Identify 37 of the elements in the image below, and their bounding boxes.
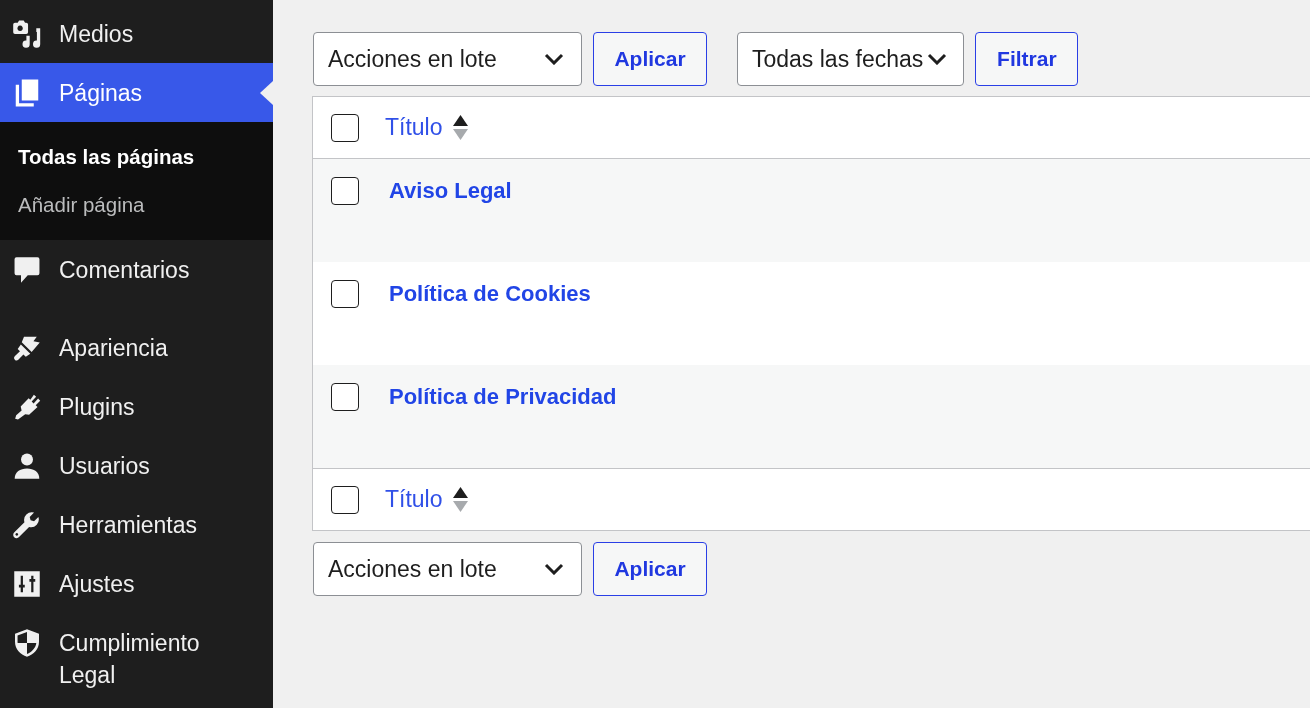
- wrench-icon: [12, 509, 42, 540]
- sidebar-menu-item[interactable]: Cumplimiento Legal: [0, 613, 273, 704]
- sidebar-menu-item[interactable]: Páginas: [0, 63, 273, 122]
- camera-music-icon: [12, 18, 42, 49]
- sidebar-menu-item[interactable]: Plugins: [0, 377, 273, 436]
- checkbox[interactable]: [331, 383, 359, 411]
- page-title-link[interactable]: Política de Cookies: [389, 280, 591, 308]
- sidebar-menu-item[interactable]: Usuarios: [0, 436, 273, 495]
- sidebar-menu-item[interactable]: Comentarios: [0, 240, 273, 299]
- submenu-item[interactable]: Todas las páginas: [0, 133, 273, 181]
- person-icon: [12, 450, 42, 481]
- checkbox[interactable]: [331, 485, 359, 514]
- submenu-item[interactable]: Añadir página: [0, 181, 273, 229]
- page-title-link[interactable]: Aviso Legal: [389, 177, 512, 205]
- page-title-link[interactable]: Política de Privacidad: [389, 383, 617, 411]
- sidebar-menu-item[interactable]: Medios: [0, 4, 273, 63]
- chevron-down-icon: [927, 53, 948, 65]
- sliders-icon: [12, 568, 42, 599]
- chevron-down-icon: [544, 53, 564, 65]
- date-filter-dropdown[interactable]: Todas las fechas: [737, 32, 965, 86]
- menu-pointer-icon: [260, 81, 273, 105]
- sidebar-menu-item[interactable]: Apariencia: [0, 318, 273, 377]
- checkbox[interactable]: [331, 280, 359, 308]
- apply-button[interactable]: Aplicar: [593, 32, 707, 86]
- filter-button[interactable]: Filtrar: [975, 32, 1079, 86]
- speech-bubble-icon: [12, 254, 42, 285]
- column-sort-link[interactable]: Título: [385, 114, 443, 141]
- apply-button[interactable]: Aplicar: [593, 542, 707, 596]
- column-sort-link[interactable]: Título: [385, 486, 443, 513]
- chevron-down-icon: [544, 563, 564, 575]
- bulk-actions-dropdown[interactable]: Acciones en lote: [313, 32, 582, 86]
- sidebar-menu-item[interactable]: Ajustes: [0, 554, 273, 613]
- checkbox[interactable]: [331, 177, 359, 205]
- sidebar-menu-item[interactable]: Herramientas: [0, 495, 273, 554]
- checkbox[interactable]: [331, 113, 359, 142]
- shield-icon: [12, 627, 42, 658]
- bulk-actions-dropdown[interactable]: Acciones en lote: [313, 542, 582, 596]
